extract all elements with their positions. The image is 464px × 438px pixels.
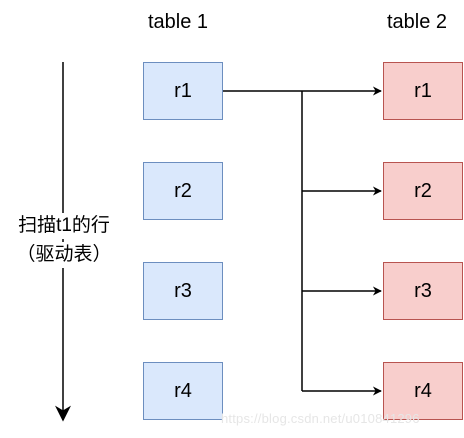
table2-row-r2: r2 [383,162,463,220]
table1-row-r4: r4 [143,362,223,420]
table1-row-r1: r1 [143,62,223,120]
scan-label-line1: 扫描t1的行 [0,213,128,239]
table2-row-r1: r1 [383,62,463,120]
table2-title: table 2 [387,11,448,33]
scan-label-line2: （驱动表） [0,242,128,268]
table2-row-r3: r3 [383,262,463,320]
table1-row-r3: r3 [143,262,223,320]
table1-title: table 1 [148,11,209,33]
watermark: https://blog.csdn.net/u010841296 [221,411,420,426]
table1-row-r2: r2 [143,162,223,220]
